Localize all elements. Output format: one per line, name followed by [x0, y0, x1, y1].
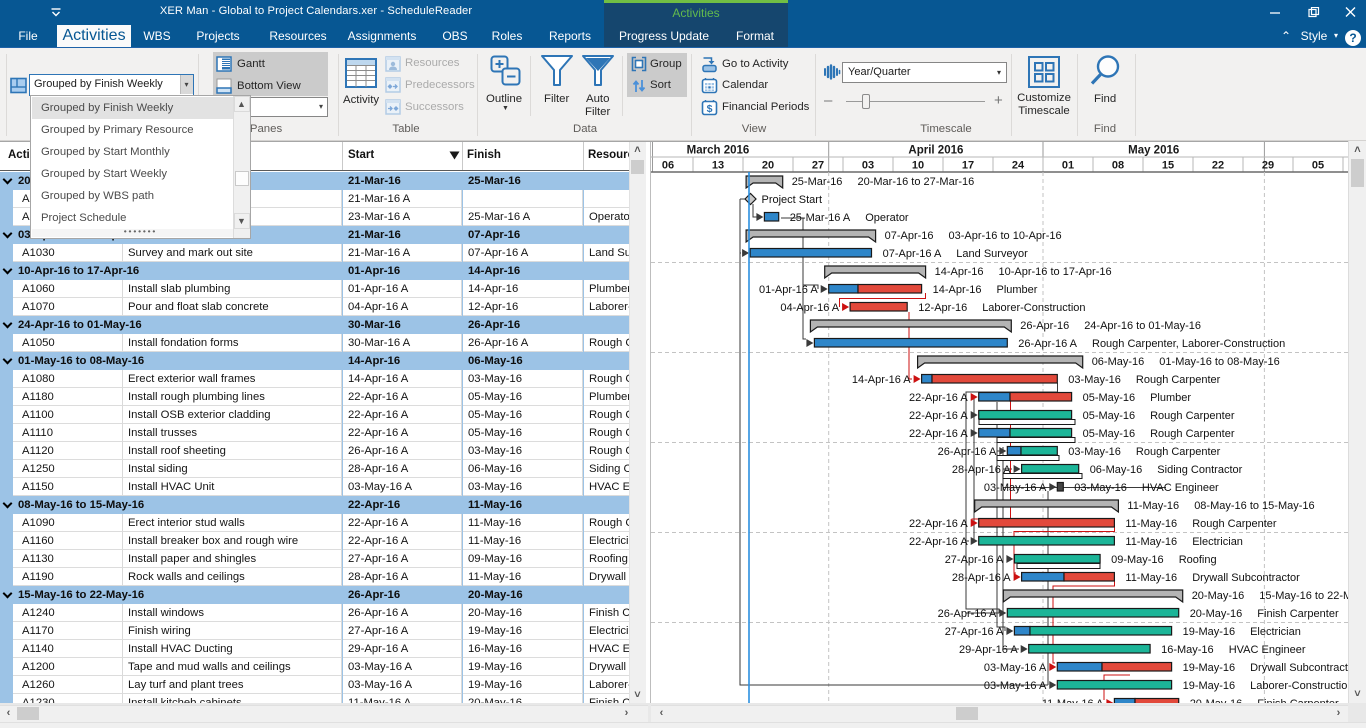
svg-text:20-May-16: 20-May-16	[1190, 698, 1243, 703]
svg-text:20-Mar-16 to 27-Mar-16: 20-Mar-16 to 27-Mar-16	[858, 176, 975, 188]
svg-text:26-Apr-16 A: 26-Apr-16 A	[938, 446, 997, 458]
svg-text:07-Apr-16 A: 07-Apr-16 A	[883, 248, 942, 260]
svg-text:03-May-16 A: 03-May-16 A	[984, 680, 1047, 692]
svg-text:Rough Carpenter: Rough Carpenter	[1136, 446, 1221, 458]
svg-text:08-May-16 to 15-May-16: 08-May-16 to 15-May-16	[1194, 500, 1314, 512]
svg-text:HVAC Engineer: HVAC Engineer	[1142, 482, 1219, 494]
svg-text:20-May-16: 20-May-16	[1192, 590, 1245, 602]
svg-text:07-Apr-16: 07-Apr-16	[885, 230, 934, 242]
svg-text:14-Apr-16: 14-Apr-16	[935, 266, 984, 278]
svg-text:12-Apr-16: 12-Apr-16	[918, 302, 967, 314]
svg-text:22-Apr-16 A: 22-Apr-16 A	[909, 410, 968, 422]
svg-text:03: 03	[862, 160, 874, 172]
svg-text:22-Apr-16 A: 22-Apr-16 A	[909, 518, 968, 530]
svg-text:26-Apr-16 A: 26-Apr-16 A	[938, 608, 997, 620]
svg-text:15: 15	[1162, 160, 1174, 172]
svg-text:16-May-16: 16-May-16	[1161, 644, 1214, 656]
svg-text:15-May-16 to 22-May-16: 15-May-16 to 22-May-16	[1259, 590, 1348, 602]
svg-text:Siding Contractor: Siding Contractor	[1157, 464, 1242, 476]
svg-text:25-Mar-16 A: 25-Mar-16 A	[790, 212, 851, 224]
svg-text:17: 17	[962, 160, 974, 172]
svg-text:19-May-16: 19-May-16	[1183, 662, 1236, 674]
svg-text:05-May-16: 05-May-16	[1083, 392, 1136, 404]
svg-text:Electrician: Electrician	[1250, 626, 1301, 638]
svg-text:20-May-16: 20-May-16	[1190, 608, 1243, 620]
svg-text:05: 05	[1312, 160, 1324, 172]
svg-text:Rough Carpenter: Rough Carpenter	[1150, 410, 1235, 422]
svg-text:19-May-16: 19-May-16	[1183, 626, 1236, 638]
svg-text:Laborer-Construction: Laborer-Construction	[982, 302, 1085, 314]
svg-text:05-May-16: 05-May-16	[1083, 428, 1136, 440]
svg-text:11-May-16: 11-May-16	[1125, 536, 1177, 548]
svg-text:Rough Carpenter, Laborer-Const: Rough Carpenter, Laborer-Construction	[1092, 338, 1285, 350]
svg-text:Plumber: Plumber	[1150, 392, 1191, 404]
svg-text:22-Apr-16 A: 22-Apr-16 A	[909, 428, 968, 440]
svg-text:10: 10	[912, 160, 924, 172]
svg-text:11-May-16: 11-May-16	[1125, 518, 1177, 530]
svg-text:06-May-16: 06-May-16	[1092, 356, 1145, 368]
svg-text:11-May-16 A: 11-May-16 A	[1042, 698, 1104, 703]
svg-text:Finish Carpenter: Finish Carpenter	[1257, 608, 1339, 620]
svg-text:08: 08	[1112, 160, 1124, 172]
svg-text:HVAC Engineer: HVAC Engineer	[1229, 644, 1306, 656]
svg-text:22-Apr-16 A: 22-Apr-16 A	[909, 536, 968, 548]
svg-text:03-May-16 A: 03-May-16 A	[984, 662, 1047, 674]
svg-text:Laborer-Construction: Laborer-Construction	[1250, 680, 1348, 692]
svg-text:11-May-16: 11-May-16	[1127, 500, 1179, 512]
svg-text:03-Apr-16 to 10-Apr-16: 03-Apr-16 to 10-Apr-16	[949, 230, 1062, 242]
svg-text:28-Apr-16 A: 28-Apr-16 A	[952, 572, 1011, 584]
svg-text:May 2016: May 2016	[1128, 145, 1179, 157]
svg-text:Plumber: Plumber	[997, 284, 1038, 296]
svg-text:14-Apr-16: 14-Apr-16	[933, 284, 982, 296]
svg-text:Land Surveyor: Land Surveyor	[956, 248, 1028, 260]
svg-text:26-Apr-16: 26-Apr-16	[1020, 320, 1069, 332]
svg-text:01: 01	[1062, 160, 1074, 172]
svg-text:11-May-16: 11-May-16	[1125, 572, 1177, 584]
svg-text:04-Apr-16 A: 04-Apr-16 A	[780, 302, 839, 314]
svg-text:20: 20	[762, 160, 774, 172]
svg-text:27-Apr-16 A: 27-Apr-16 A	[945, 554, 1004, 566]
svg-text:22-Apr-16 A: 22-Apr-16 A	[909, 392, 968, 404]
svg-text:06: 06	[662, 160, 674, 172]
svg-text:09-May-16: 09-May-16	[1111, 554, 1164, 566]
svg-text:March 2016: March 2016	[687, 145, 750, 157]
svg-text:Rough Carpenter: Rough Carpenter	[1192, 518, 1277, 530]
svg-text:29-Apr-16 A: 29-Apr-16 A	[959, 644, 1018, 656]
svg-text:Roofing: Roofing	[1179, 554, 1217, 566]
svg-text:14-Apr-16 A: 14-Apr-16 A	[852, 374, 911, 386]
svg-text:27: 27	[812, 160, 824, 172]
svg-text:27-Apr-16 A: 27-Apr-16 A	[945, 626, 1004, 638]
svg-text:10-Apr-16 to 17-Apr-16: 10-Apr-16 to 17-Apr-16	[999, 266, 1112, 278]
svg-text:22: 22	[1212, 160, 1224, 172]
svg-text:24-Apr-16 to 01-May-16: 24-Apr-16 to 01-May-16	[1084, 320, 1201, 332]
svg-text:01-May-16 to 08-May-16: 01-May-16 to 08-May-16	[1159, 356, 1279, 368]
svg-text:24: 24	[1012, 160, 1025, 172]
svg-text:26-Apr-16 A: 26-Apr-16 A	[1018, 338, 1077, 350]
svg-text:03-May-16: 03-May-16	[1068, 446, 1121, 458]
svg-text:Drywall Subcontractor: Drywall Subcontractor	[1250, 662, 1348, 674]
svg-text:25-Mar-16: 25-Mar-16	[792, 176, 843, 188]
svg-text:29: 29	[1262, 160, 1274, 172]
svg-text:Drywall Subcontractor: Drywall Subcontractor	[1192, 572, 1300, 584]
svg-text:01-Apr-16 A: 01-Apr-16 A	[759, 284, 818, 296]
svg-text:28-Apr-16 A: 28-Apr-16 A	[952, 464, 1011, 476]
svg-text:03-May-16: 03-May-16	[1074, 482, 1127, 494]
svg-text:Finish Carpenter: Finish Carpenter	[1257, 698, 1339, 703]
svg-text:13: 13	[712, 160, 724, 172]
svg-text:05-May-16: 05-May-16	[1083, 410, 1136, 422]
svg-text:Project Start: Project Start	[762, 194, 823, 206]
svg-text:03-May-16 A: 03-May-16 A	[984, 482, 1047, 494]
svg-text:06-May-16: 06-May-16	[1090, 464, 1143, 476]
svg-text:Electrician: Electrician	[1192, 536, 1243, 548]
svg-text:Operator: Operator	[865, 212, 909, 224]
svg-text:April 2016: April 2016	[908, 145, 963, 157]
svg-text:19-May-16: 19-May-16	[1183, 680, 1236, 692]
svg-text:Rough Carpenter: Rough Carpenter	[1150, 428, 1235, 440]
svg-text:$: $	[707, 103, 713, 115]
svg-text:Rough Carpenter: Rough Carpenter	[1136, 374, 1221, 386]
svg-text:03-May-16: 03-May-16	[1068, 374, 1121, 386]
